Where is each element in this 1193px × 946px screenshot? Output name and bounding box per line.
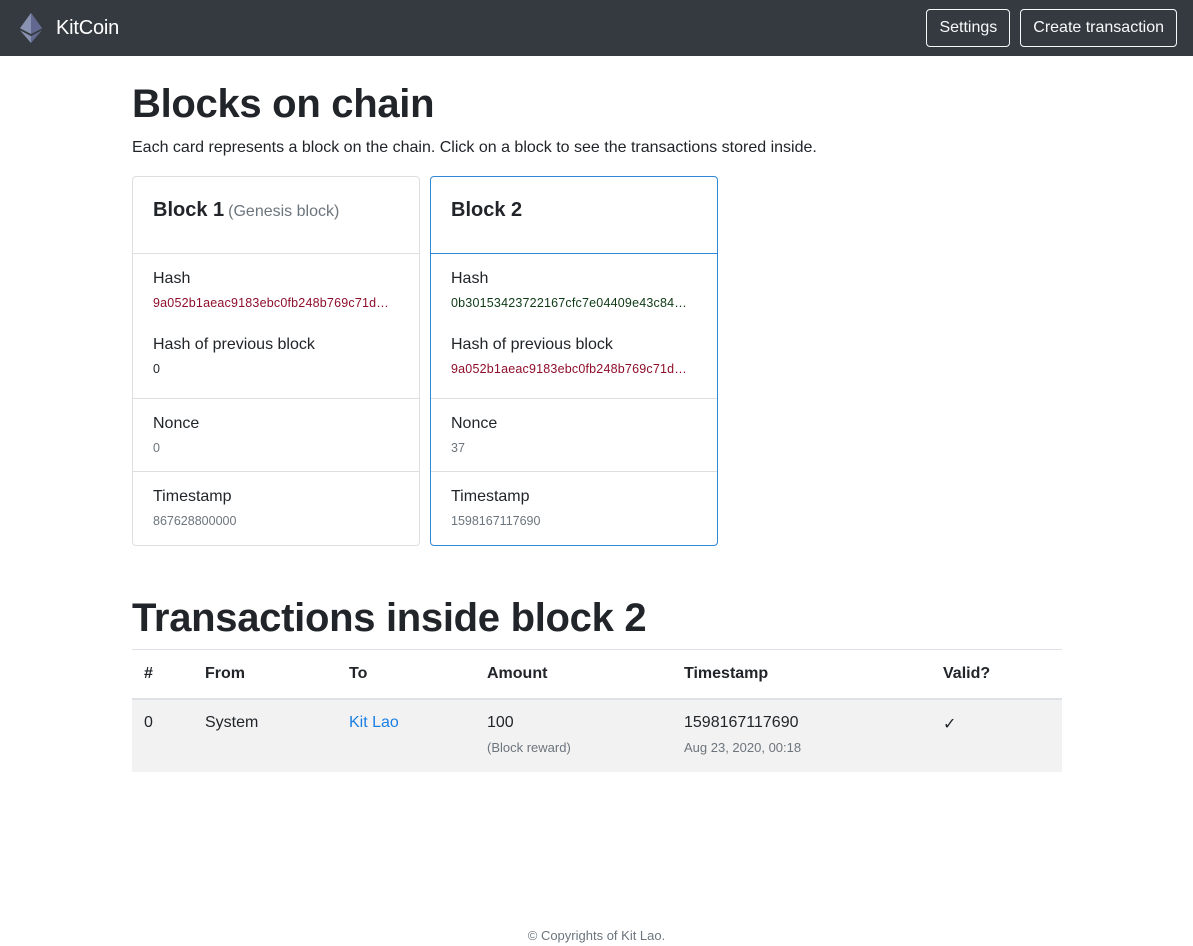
block-title: Block 2 [451,199,523,221]
hash-value: 9a052b1aeac9183ebc0fb248b769c71d… [153,296,389,310]
footer: © Copyrights of Kit Lao. [527,928,666,943]
nonce-value: 0 [153,441,160,455]
hash-label: Hash [451,270,489,287]
page-lead: Each card represents a block on the chai… [132,139,817,156]
block-hashes: Hash 9a052b1aeac9183ebc0fb248b769c71d… H… [133,254,419,399]
table-header-row: # From To Amount Timestamp Valid? [132,649,1062,700]
hash-label: Hash [153,270,191,287]
prev-hash-value: 0 [153,362,160,376]
column-header-from: From [193,649,337,700]
tx-from: System [193,698,337,772]
tx-timestamp: 1598167117690 [684,713,799,731]
page-title: Blocks on chain [132,82,435,126]
tx-valid-check-icon: ✓ [931,698,1062,772]
tx-timestamp-human: Aug 23, 2020, 00:18 [684,739,802,755]
block-subtitle: (Genesis block) [228,203,340,220]
block-timestamp: Timestamp 867628800000 [133,472,419,545]
hash-value: 0b30153423722167cfc7e04409e43c84… [451,296,687,310]
brand[interactable]: KitCoin [20,13,119,43]
prev-hash-value: 9a052b1aeac9183ebc0fb248b769c71d… [451,362,687,376]
column-header-number: # [132,649,193,700]
column-header-valid: Valid? [931,649,1062,700]
navbar: KitCoin Settings Create transaction [0,0,1193,56]
tx-to-cell: Kit Lao [337,698,475,772]
nonce-label: Nonce [451,415,498,432]
block-card-1[interactable]: Block 1 (Genesis block) Hash 9a052b1aeac9… [132,176,420,546]
settings-button[interactable]: Settings [926,9,1011,47]
tx-amount: 100 [487,713,514,731]
block-cards: Block 1 (Genesis block) Hash 9a052b1aeac9… [132,176,718,546]
prev-hash-label: Hash of previous block [153,336,315,353]
nonce-value: 37 [451,441,465,455]
block-card-2[interactable]: Block 2 Hash 0b30153423722167cfc7e04409e… [430,176,718,546]
block-timestamp: Timestamp 1598167117690 [431,472,717,545]
timestamp-label: Timestamp [153,488,232,505]
prev-hash-label: Hash of previous block [451,336,613,353]
column-header-amount: Amount [475,649,672,700]
timestamp-label: Timestamp [451,488,530,505]
tx-number: 0 [132,698,193,772]
block-card-header: Block 1 (Genesis block) [133,177,419,254]
block-title: Block 1 [153,199,225,221]
create-transaction-button[interactable]: Create transaction [1020,9,1177,47]
ethereum-diamond-icon [20,13,42,43]
column-header-timestamp: Timestamp [672,649,931,700]
brand-name: KitCoin [56,16,120,39]
tx-amount-cell: 100 (Block reward) [475,698,672,772]
block-card-header: Block 2 [431,177,717,254]
block-hashes: Hash 0b30153423722167cfc7e04409e43c84… H… [431,254,717,399]
timestamp-value: 867628800000 [153,514,237,528]
timestamp-value: 1598167117690 [451,514,541,528]
block-nonce: Nonce 37 [431,399,717,472]
tx-timestamp-cell: 1598167117690 Aug 23, 2020, 00:18 [672,698,931,772]
tx-to-link[interactable]: Kit Lao [349,714,399,731]
transactions-table: # From To Amount Timestamp Valid? 0 Syst… [132,649,1062,772]
nonce-label: Nonce [153,415,200,432]
column-header-to: To [337,649,475,700]
tx-amount-note: (Block reward) [487,739,571,755]
table-row: 0 System Kit Lao 100 (Block reward) 1598… [132,698,1062,772]
transactions-title: Transactions inside block 2 [132,596,647,640]
block-nonce: Nonce 0 [133,399,419,472]
nav-actions: Settings Create transaction [926,9,1177,47]
